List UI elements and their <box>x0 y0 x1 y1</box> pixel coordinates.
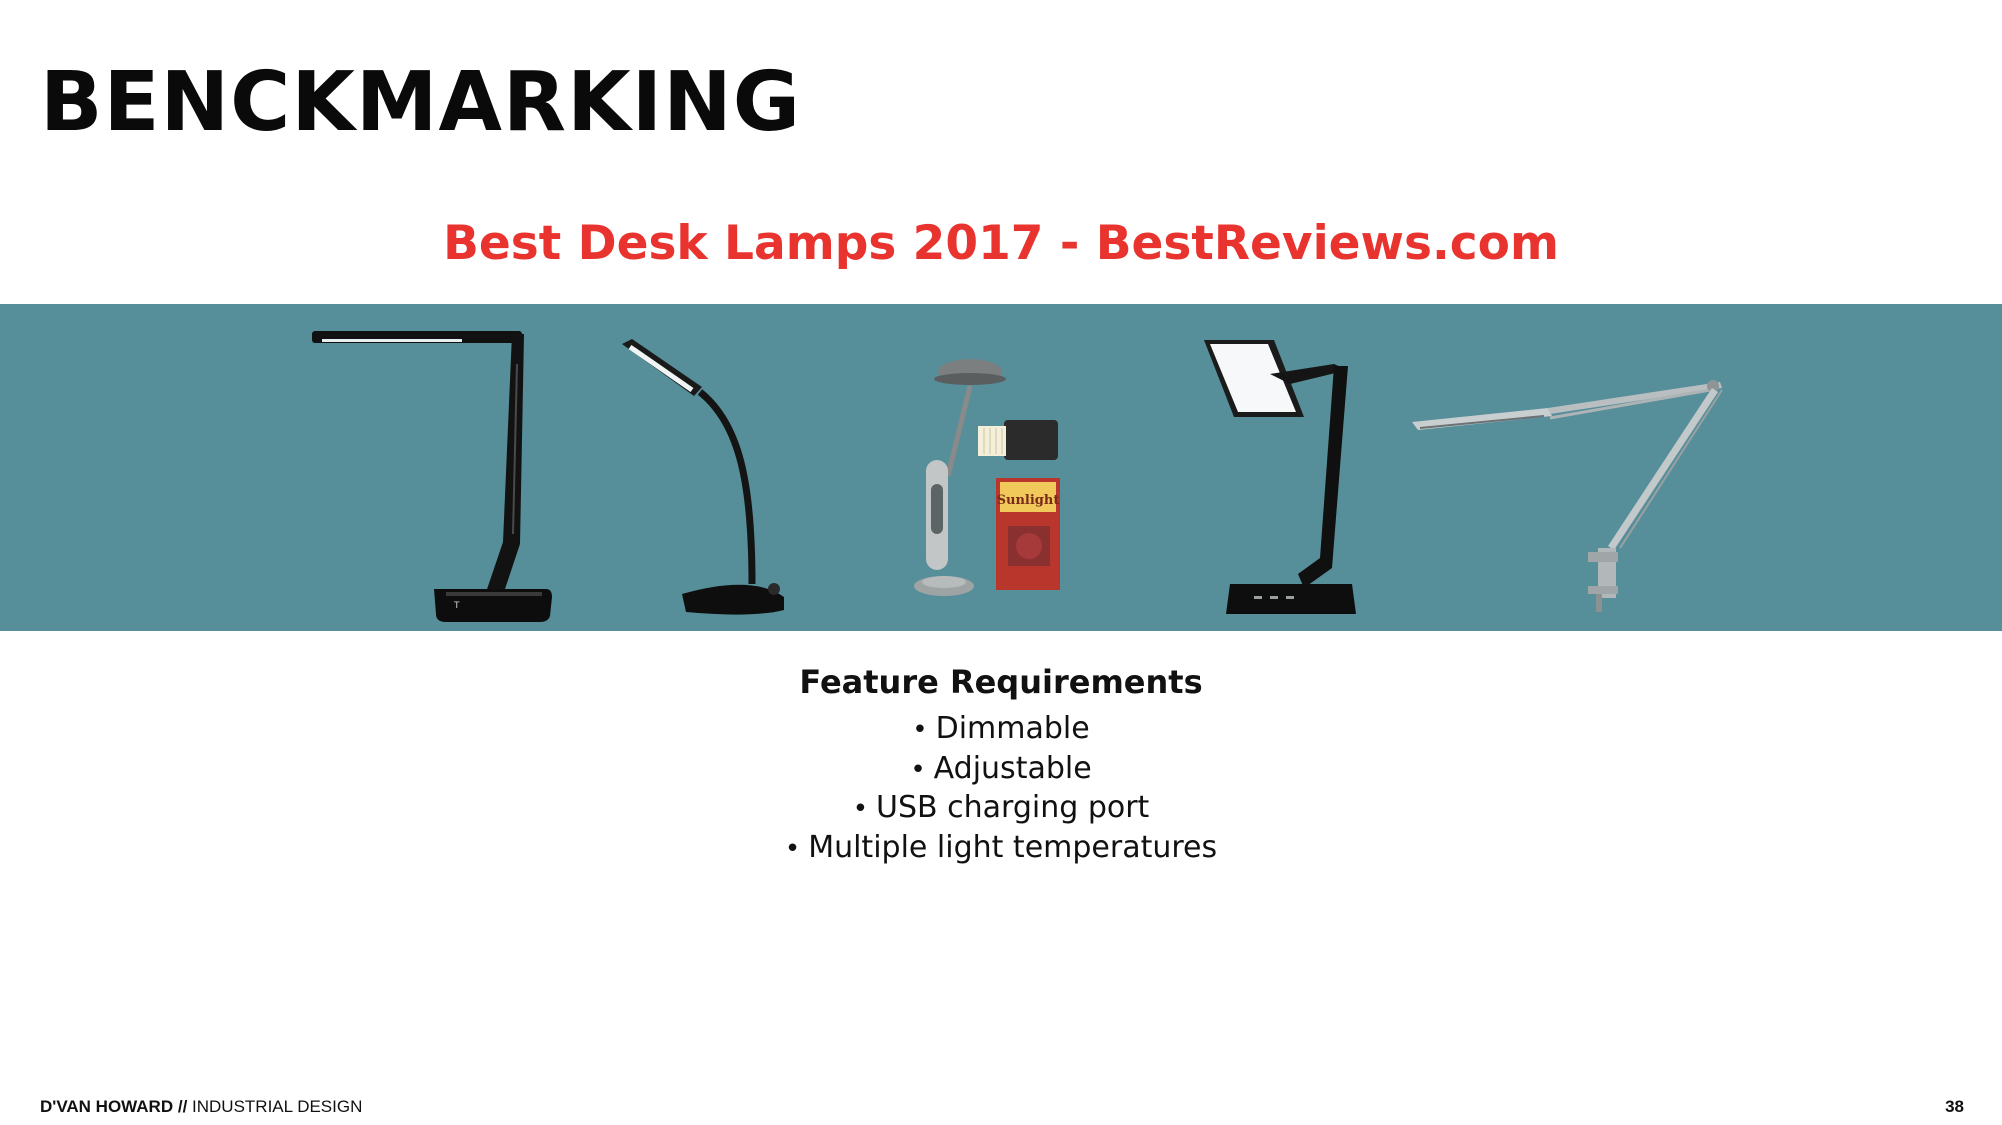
svg-text:T: T <box>453 601 460 611</box>
bullet-icon: • <box>912 715 928 745</box>
bullet-icon: • <box>910 754 926 785</box>
footer-credit: D'VAN HOWARD // INDUSTRIAL DESIGN <box>40 1097 362 1117</box>
page-number: 38 <box>1945 1097 1964 1116</box>
feature-item-label: Dimmable <box>935 711 1090 746</box>
feature-item: • USB charging port <box>0 789 2002 829</box>
sunlight-box-label: Sunlight <box>997 493 1060 508</box>
feature-item: • Multiple light temperatures <box>0 829 2002 869</box>
feature-item: • Dimmable <box>0 710 2002 750</box>
slide-title: BENCKMARKING <box>40 55 802 150</box>
footer-separator: // <box>173 1097 193 1116</box>
feature-requirements-heading: Feature Requirements <box>799 663 1203 701</box>
feature-item-label: Multiple light temperatures <box>808 829 1218 865</box>
feature-item-label: USB charging port <box>876 790 1150 825</box>
footer-author: D'VAN HOWARD <box>40 1097 174 1116</box>
product-image-band: T Sunlight <box>0 304 2002 631</box>
bullet-icon: • <box>784 833 801 864</box>
feature-list: • Dimmable • Adjustable • USB charging port… <box>0 710 2002 868</box>
feature-requirements: Feature Requirements • Dimmable • Adjustab… <box>0 660 2002 868</box>
feature-item: • Adjustable <box>0 750 2002 790</box>
bullet-icon: • <box>852 794 869 824</box>
slide-subtitle: Best Desk Lamps 2017 - BestReviews.com <box>443 216 1559 271</box>
footer-department: INDUSTRIAL DESIGN <box>192 1097 363 1116</box>
feature-item-label: Adjustable <box>933 750 1092 786</box>
